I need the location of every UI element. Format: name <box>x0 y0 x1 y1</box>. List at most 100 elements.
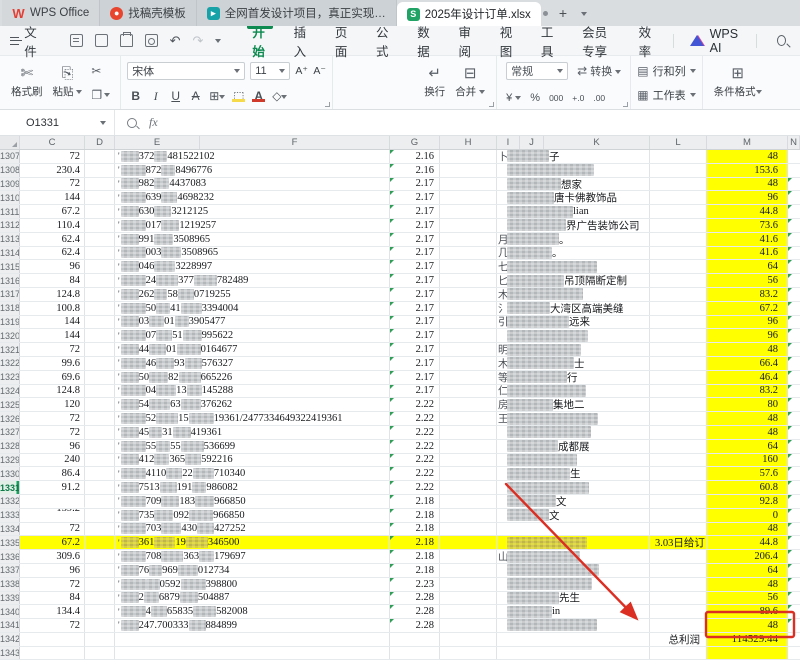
cell-M1343[interactable] <box>707 646 788 660</box>
cell-L1313[interactable] <box>650 232 707 246</box>
cell-M1329[interactable]: 160 <box>707 453 788 467</box>
wps-ai-button[interactable]: WPS AI <box>680 27 750 55</box>
cell-C1308[interactable]: 230.4 <box>20 163 85 177</box>
cell-IJK1318[interactable]: 氵 大湾区高端美缝 <box>497 301 650 315</box>
cell-EF1315[interactable]: ' 046 3228997 <box>115 260 390 274</box>
export-icon[interactable] <box>94 34 108 47</box>
cell-N1330[interactable] <box>788 467 800 480</box>
cell-N1315[interactable] <box>788 260 800 273</box>
cell-EF1333[interactable]: ' 735 092 966850 <box>115 508 390 522</box>
cell-H1324[interactable] <box>440 384 497 398</box>
cell-G1329[interactable]: 2.22 <box>390 453 440 467</box>
cell-C1328[interactable]: 96 <box>20 439 85 453</box>
row-header-1308[interactable]: 1308 <box>0 163 20 177</box>
menu-item-5[interactable]: 审阅 <box>445 26 486 59</box>
cell-C1333[interactable]: 139.2 <box>20 508 85 522</box>
app-tab-1[interactable]: ● 找稿壳模板 <box>100 0 197 26</box>
cell-D1312[interactable] <box>85 218 115 232</box>
align-bottom-button[interactable] <box>373 69 385 78</box>
cell-G1322[interactable]: 2.17 <box>390 356 440 370</box>
row-header-1341[interactable]: 1341 <box>0 619 20 632</box>
cell-G1311[interactable]: 2.17 <box>390 205 440 218</box>
cell-N1343[interactable] <box>788 647 800 660</box>
cell-M1320[interactable]: 96 <box>707 329 788 343</box>
cell-N1335[interactable] <box>788 536 800 549</box>
cell-EF1310[interactable]: ' 639 4698232 <box>115 191 390 205</box>
cell-G1328[interactable]: 2.22 <box>390 439 440 453</box>
cell-D1310[interactable] <box>85 191 115 205</box>
cell-L1336[interactable] <box>650 550 707 563</box>
cell-N1325[interactable] <box>788 398 800 411</box>
cell-IJK1321[interactable]: 明 <box>497 343 650 356</box>
cell-G1335[interactable]: 2.18 <box>390 536 440 550</box>
cell-N1319[interactable] <box>788 315 800 329</box>
cell-H1328[interactable] <box>440 439 497 453</box>
cell-G1326[interactable]: 2.22 <box>390 412 440 425</box>
cell-D1317[interactable] <box>85 287 115 301</box>
tab-list-chevron-icon[interactable] <box>574 5 594 21</box>
cell-EF1328[interactable]: ' 55 55 536699 <box>115 439 390 453</box>
cell-H1343[interactable] <box>440 646 497 660</box>
cell-L1332[interactable] <box>650 494 707 508</box>
cell-EF1339[interactable]: ' 2 6879 504887 <box>115 591 390 605</box>
cell-L1322[interactable] <box>650 356 707 370</box>
row-header-1325[interactable]: 1325 <box>0 398 20 412</box>
cell-G1334[interactable]: 2.18 <box>390 522 440 536</box>
decrease-indent-button[interactable] <box>390 69 400 78</box>
font-name-select[interactable]: 宋体 <box>127 61 246 80</box>
cell-C1316[interactable]: 84 <box>20 274 85 287</box>
cell-D1326[interactable] <box>85 412 115 425</box>
cell-H1339[interactable] <box>440 591 497 605</box>
cell-L1311[interactable] <box>650 205 707 218</box>
cell-L1307[interactable] <box>650 150 707 163</box>
cell-L1327[interactable] <box>650 425 707 439</box>
decrease-font-button[interactable]: A⁻ <box>313 65 326 77</box>
cell-D1342[interactable] <box>85 632 115 646</box>
cell-C1337[interactable]: 96 <box>20 563 85 577</box>
cell-H1327[interactable] <box>440 425 497 439</box>
cell-IJK1317[interactable]: 木 <box>497 287 650 301</box>
cell-EF1322[interactable]: ' 46 93 576327 <box>115 356 390 370</box>
cell-N1332[interactable] <box>788 494 800 508</box>
row-header-1323[interactable]: 1323 <box>0 370 20 384</box>
cell-C1311[interactable]: 67.2 <box>20 205 85 218</box>
cell-N1321[interactable] <box>788 343 800 356</box>
row-header-1330[interactable]: 1330 <box>0 467 20 481</box>
cell-G1312[interactable]: 2.17 <box>390 218 440 232</box>
cell-D1333[interactable] <box>85 508 115 522</box>
cell-D1336[interactable] <box>85 550 115 563</box>
cell-N1326[interactable] <box>788 412 800 425</box>
decrease-decimal-button[interactable]: .00 <box>593 93 605 103</box>
cell-EF1336[interactable]: ' 708 363 179697 <box>115 550 390 563</box>
cell-M1340[interactable]: 89.6 <box>707 605 788 619</box>
cell-H1320[interactable] <box>440 329 497 343</box>
cell-L1324[interactable] <box>650 384 707 398</box>
cell-L1330[interactable] <box>650 467 707 481</box>
cell-EF1329[interactable]: ' 412 365 592216 <box>115 453 390 467</box>
cell-N1334[interactable] <box>788 522 800 536</box>
menu-item-0[interactable]: 开始 <box>239 26 280 59</box>
menu-item-9[interactable]: 效率 <box>626 26 667 59</box>
cell-N1323[interactable] <box>788 370 800 384</box>
cell-EF1325[interactable]: ' 54 63 376262 <box>115 398 390 412</box>
cell-M1326[interactable]: 48 <box>707 412 788 425</box>
cell-M1330[interactable]: 57.6 <box>707 467 788 481</box>
cell-G1324[interactable]: 2.17 <box>390 384 440 398</box>
rows-columns-button[interactable]: ▤ 行和列 <box>637 63 696 79</box>
cell-IJK1311[interactable]: lian <box>497 205 650 218</box>
italic-button[interactable]: I <box>149 89 162 104</box>
cell-EF1309[interactable]: ' 982 4437083 <box>115 177 390 191</box>
strikethrough-button[interactable]: A <box>189 89 202 103</box>
cell-N1340[interactable] <box>788 605 800 618</box>
cell-D1324[interactable] <box>85 384 115 398</box>
align-left-button[interactable] <box>341 87 353 96</box>
cell-EF1331[interactable]: ' 7513 191 986082 <box>115 481 390 494</box>
cell-C1313[interactable]: 62.4 <box>20 232 85 246</box>
cell-N1339[interactable] <box>788 591 800 605</box>
cell-H1313[interactable] <box>440 232 497 246</box>
name-box[interactable]: O1331 <box>0 110 115 135</box>
thousands-button[interactable]: 000 <box>549 93 563 103</box>
cell-C1317[interactable]: 124.8 <box>20 287 85 301</box>
cell-IJK1324[interactable]: 仁 <box>497 384 650 398</box>
row-header-1317[interactable]: 1317 <box>0 287 20 301</box>
